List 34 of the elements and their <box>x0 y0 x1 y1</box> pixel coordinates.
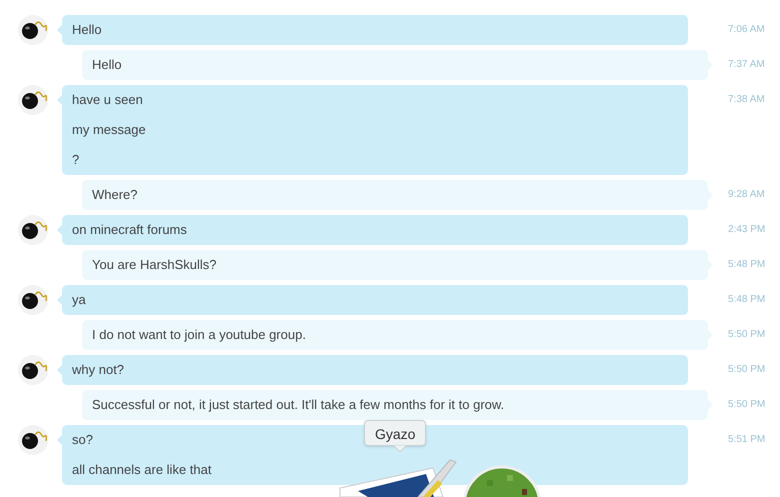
bomb-icon <box>18 215 48 245</box>
bomb-icon <box>18 425 48 455</box>
bomb-icon <box>18 285 48 315</box>
message-text: on minecraft forums <box>72 221 187 239</box>
message-time: 5:50 PM <box>728 363 766 377</box>
bomb-icon <box>18 355 48 385</box>
envelope-with-knife-icon[interactable] <box>338 458 460 497</box>
message-text: all channels are like that <box>72 461 212 479</box>
message-time: 5:51 PM <box>728 433 766 447</box>
bomb-icon <box>18 85 48 115</box>
message-time: 9:28 AM <box>728 188 765 202</box>
message-text: why not? <box>72 361 124 379</box>
bomb-icon <box>18 15 48 45</box>
message-text: have u seen <box>72 91 143 109</box>
message-text: Hello <box>92 56 122 74</box>
message-time: 2:43 PM <box>728 223 766 237</box>
message-text: Where? <box>92 186 138 204</box>
message-time: 5:50 PM <box>728 328 766 342</box>
message-text: Successful or not, it just started out. It'll take a few months for it to grow. <box>92 396 504 414</box>
message-time: 7:37 AM <box>728 58 765 72</box>
message-time: 7:38 AM <box>728 93 765 107</box>
message-time: 5:48 PM <box>728 293 766 307</box>
message-text: Hello <box>72 21 102 39</box>
message-text: You are HarshSkulls? <box>92 256 217 274</box>
message-text: ya <box>72 291 86 309</box>
message-text: I do not want to join a youtube group. <box>92 326 306 344</box>
message-time: 5:50 PM <box>728 398 766 412</box>
message-text: ? <box>72 151 80 169</box>
message-time: 7:06 AM <box>728 23 765 37</box>
message-text: so? <box>72 431 93 449</box>
message-time: 5:48 PM <box>728 258 766 272</box>
grass-block-icon[interactable] <box>462 465 542 497</box>
tooltip-arrow-icon <box>393 445 407 453</box>
message-text: my message <box>72 121 146 139</box>
